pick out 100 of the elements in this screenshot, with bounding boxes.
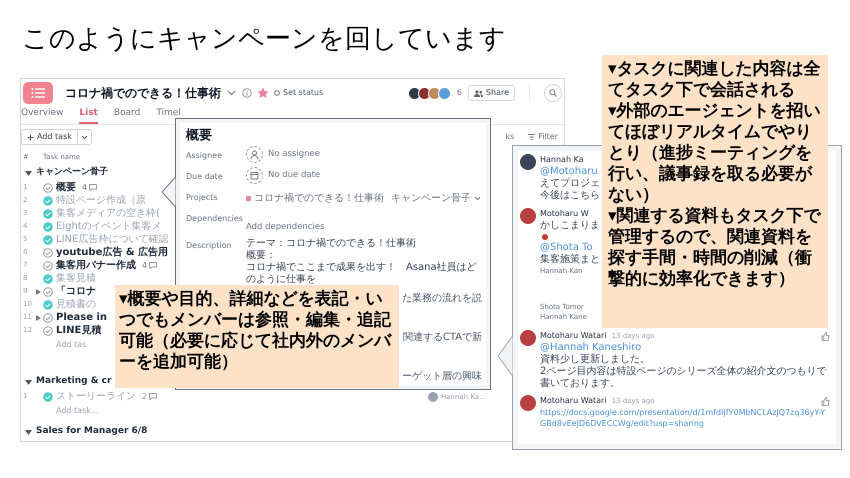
add-task-button[interactable]: Add task bbox=[21, 129, 78, 145]
comment-author[interactable]: Motoharu Watari bbox=[540, 395, 607, 407]
dropdown-button[interactable] bbox=[78, 129, 92, 145]
comment-author[interactable]: Hannah Ka bbox=[540, 154, 584, 166]
document-link[interactable]: https://docs.google.com/presentation/d/1mfdIJfY0MbNCLAzJQ7zq36yY-YGBd8vEeJD6DVECCWg/edit?usp=sharing bbox=[540, 407, 830, 429]
task-name[interactable]: 集客用バナー作成 bbox=[56, 258, 136, 273]
menu-icon bbox=[31, 88, 45, 98]
callout-text: ▾関連する資料もタスク下で管理するので、関連資料を探す手間・時間の削減（衝撃的に効率化できます） bbox=[608, 206, 822, 290]
expand-arrow-icon[interactable] bbox=[36, 288, 41, 294]
task-name[interactable]: 見積書の bbox=[56, 297, 96, 312]
info-icon[interactable] bbox=[242, 88, 252, 98]
task-name[interactable]: LINE広告枠について確認 bbox=[56, 232, 168, 247]
panel-title: 概要 bbox=[186, 127, 213, 144]
check-circle-icon[interactable] bbox=[43, 312, 53, 322]
callout-text: ▾タスクに関連した内容は全てタスク下で会話される bbox=[608, 59, 822, 101]
field-label: Dependencies bbox=[186, 213, 244, 225]
status-circle-icon bbox=[274, 90, 280, 96]
avatar bbox=[438, 86, 451, 100]
search-button[interactable] bbox=[544, 84, 562, 102]
chevron-down-icon[interactable] bbox=[227, 90, 236, 96]
tab[interactable]: Board bbox=[114, 106, 140, 124]
search-icon bbox=[549, 89, 557, 97]
comment-text: かしこまりま bbox=[540, 220, 600, 232]
callout-text: ▾外部のエージェントを招いてほぼリアルタイムでやりとり（進捗ミーティングを行い、議事録を取る必要がない） bbox=[608, 101, 822, 206]
thumbs-up-icon[interactable] bbox=[821, 332, 830, 340]
people-icon bbox=[474, 90, 483, 96]
check-circle-icon[interactable] bbox=[43, 274, 53, 284]
avatar bbox=[408, 86, 421, 100]
comment-count: 4 bbox=[82, 182, 88, 194]
menu-button[interactable] bbox=[23, 82, 53, 104]
tab[interactable]: List bbox=[79, 106, 98, 124]
task-name[interactable]: ストーリーライン bbox=[56, 389, 136, 404]
avatar bbox=[520, 330, 536, 346]
field-label: Projects bbox=[186, 192, 219, 204]
calendar-icon[interactable] bbox=[246, 167, 263, 184]
task-name[interactable]: 概要 bbox=[56, 180, 76, 195]
task-name[interactable]: 「コロナ bbox=[56, 284, 96, 299]
task-name[interactable]: LINE見積 bbox=[56, 323, 102, 338]
check-circle-icon[interactable] bbox=[43, 208, 53, 218]
task-name[interactable]: 集客メディアの空き枠( bbox=[56, 206, 160, 221]
task-name[interactable]: Please in bbox=[56, 310, 108, 325]
toolbar-label: ks bbox=[505, 131, 514, 143]
check-circle-icon[interactable] bbox=[43, 182, 53, 192]
caret-icon bbox=[80, 134, 88, 140]
check-circle-icon[interactable] bbox=[43, 300, 53, 310]
callout-text: ▾概要や目的、詳細などを表記・いつでもメンバーは参照・編集・追記可能（必要に応じて社内外のメンバーを追加可能） bbox=[119, 289, 393, 373]
set-status-button[interactable]: Set status bbox=[274, 87, 324, 99]
check-circle-icon[interactable] bbox=[43, 326, 53, 336]
filter-button[interactable]: Filter bbox=[528, 131, 558, 143]
mention-link[interactable]: @Motoharu bbox=[540, 166, 600, 178]
comment-text: 2ページ目内容は特設ページのシリーズ全体の紹介文のつもりで書いております。 bbox=[540, 366, 828, 390]
caret-icon[interactable] bbox=[25, 170, 32, 176]
check-circle-icon[interactable] bbox=[43, 196, 53, 206]
comment-text: 資料少し更新しました。 bbox=[540, 354, 651, 366]
expand-arrow-icon[interactable] bbox=[36, 314, 41, 320]
section-title: キャンペーン骨子 bbox=[36, 166, 108, 180]
plus-icon bbox=[27, 134, 34, 140]
project-title: コロナ禍でのできる！仕事術 bbox=[65, 85, 221, 102]
avatar bbox=[520, 395, 536, 411]
comment-text: 今後はこちら bbox=[540, 190, 600, 202]
description-line: テーマ：コロナ禍でのできる！仕事術 bbox=[246, 238, 417, 250]
mention-link[interactable]: @Hannah Kaneshiro bbox=[540, 342, 830, 354]
check-circle-icon[interactable] bbox=[43, 222, 53, 232]
emoji-icon bbox=[542, 234, 548, 240]
task-name[interactable]: 特設ページ作成（原 bbox=[56, 193, 146, 208]
check-circle-icon[interactable] bbox=[43, 248, 53, 258]
task-name[interactable]: youtube広告 & 広告用 bbox=[56, 245, 168, 260]
add-dependencies-link[interactable]: Add dependencies bbox=[246, 222, 325, 232]
check-circle-icon[interactable] bbox=[43, 286, 53, 296]
check-circle-icon[interactable] bbox=[43, 234, 53, 244]
field-value[interactable]: No assignee bbox=[268, 148, 320, 161]
caret-icon[interactable] bbox=[25, 380, 32, 384]
task-name[interactable]: 集客見積 bbox=[56, 271, 96, 286]
add-task-link[interactable]: Add tas bbox=[56, 338, 86, 350]
mention-link[interactable]: @Shota To bbox=[540, 242, 600, 254]
tab[interactable]: Overview bbox=[21, 106, 64, 124]
avatar bbox=[520, 154, 536, 170]
slide-title: このようにキャンペーンを回しています bbox=[22, 23, 507, 56]
section-name[interactable]: キャンペーン骨子 bbox=[391, 191, 471, 206]
field-label: Assignee bbox=[186, 150, 224, 162]
share-button[interactable]: Share bbox=[468, 85, 515, 101]
tab[interactable]: Timel bbox=[156, 106, 181, 124]
check-circle-icon[interactable] bbox=[43, 260, 53, 270]
section-title: Marketing & cr bbox=[36, 375, 112, 388]
field-label: Description bbox=[186, 240, 233, 252]
task-name[interactable]: Eightのイベント集客メ bbox=[56, 219, 162, 234]
caret-icon[interactable] bbox=[25, 430, 32, 434]
comment-author[interactable]: Motoharu W bbox=[540, 208, 589, 220]
description-line: 概要： bbox=[246, 250, 276, 262]
comment-author[interactable]: Motoharu Watari bbox=[540, 330, 607, 342]
thumbs-up-icon[interactable] bbox=[821, 396, 830, 406]
field-value[interactable]: No due date bbox=[268, 169, 320, 182]
speech-bubble-icon bbox=[89, 184, 98, 191]
star-icon[interactable] bbox=[258, 88, 268, 98]
add-task-link[interactable]: Add task... bbox=[56, 404, 98, 416]
comment-count: 2 bbox=[142, 390, 148, 402]
person-icon[interactable] bbox=[246, 146, 263, 163]
chevron-down-icon[interactable] bbox=[474, 196, 481, 201]
project-name[interactable]: コロナ禍でのできる！仕事術 bbox=[254, 191, 384, 206]
check-circle-icon[interactable] bbox=[43, 392, 53, 402]
